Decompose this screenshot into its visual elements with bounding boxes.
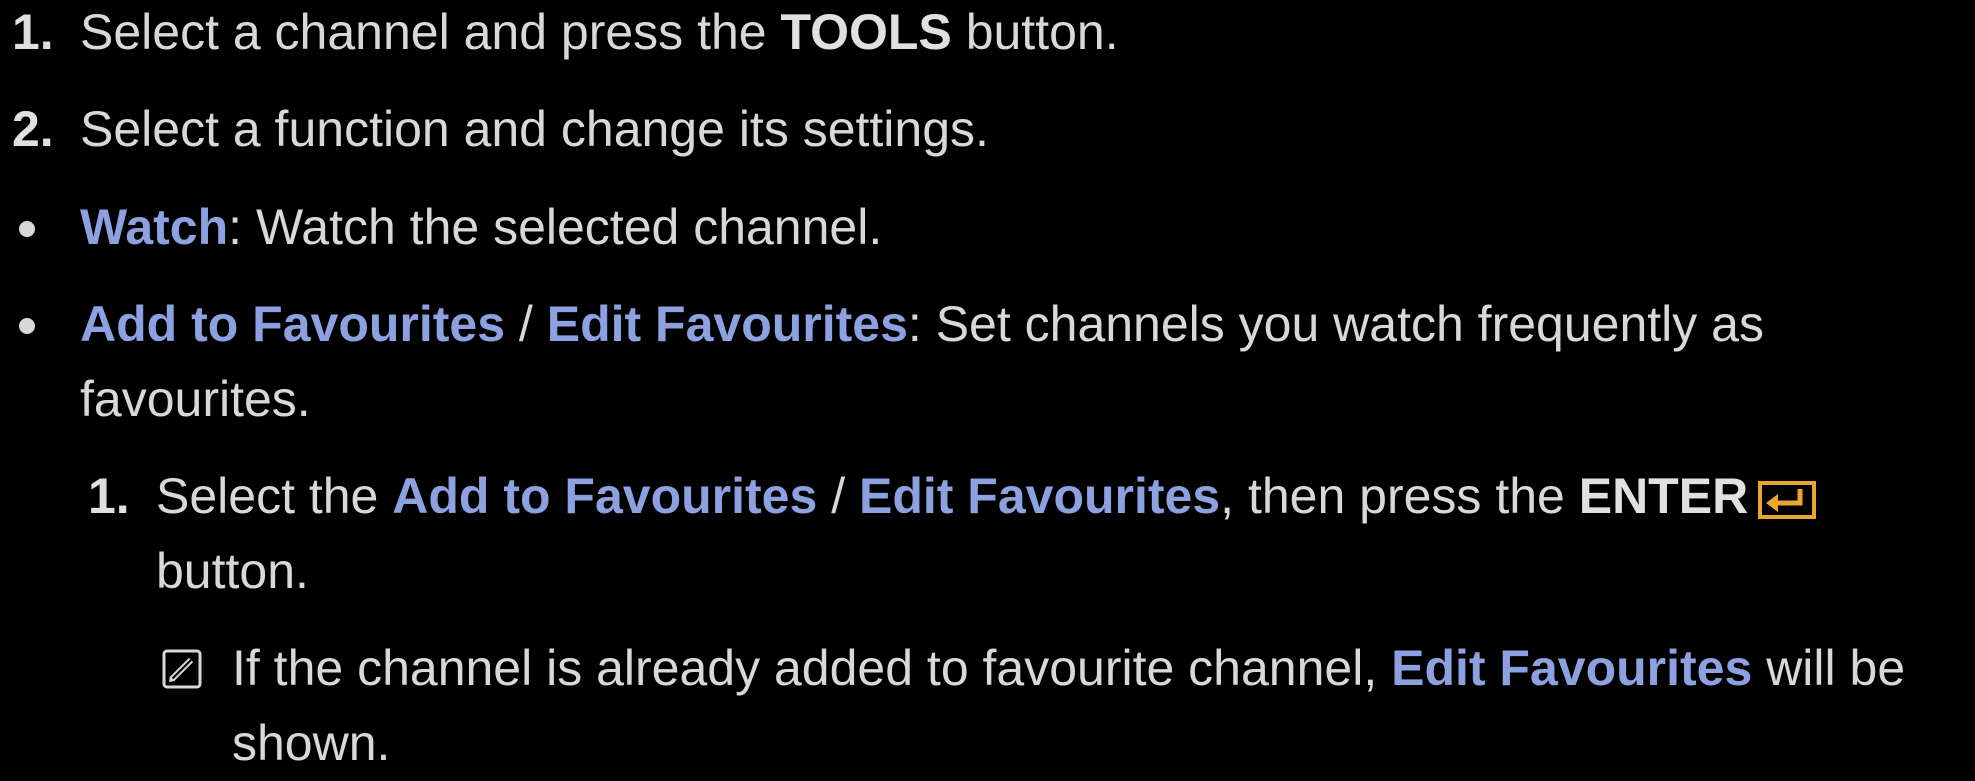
bullet-watch-dot bbox=[19, 221, 35, 237]
step-1-text-after: button. bbox=[951, 4, 1119, 60]
watch-label: Watch bbox=[80, 199, 229, 255]
bullet-watch-line: Watch: Watch the selected channel. bbox=[80, 190, 882, 265]
note-edit-favourites-label: Edit Favourites bbox=[1391, 640, 1753, 696]
note-text-after: will be bbox=[1752, 640, 1906, 696]
watch-text: : Watch the selected channel. bbox=[228, 199, 883, 255]
enter-key-icon bbox=[1758, 481, 1817, 519]
enter-key-label: ENTER bbox=[1578, 468, 1749, 524]
favourites-text-line-1: : Set channels you watch frequently as bbox=[907, 296, 1764, 352]
step-1-number: 1. bbox=[12, 4, 54, 60]
note-text-before: If the channel is already added to favou… bbox=[232, 640, 1392, 696]
favourites-text-line-2: favourites. bbox=[80, 371, 311, 427]
tools-key-label: TOOLS bbox=[780, 4, 952, 60]
add-to-favourites-label: Add to Favourites bbox=[80, 296, 506, 352]
favourites-separator: / bbox=[505, 296, 547, 352]
substep-1-text-mid: , then press the bbox=[1220, 468, 1579, 524]
note-line-2: shown. bbox=[232, 706, 390, 781]
note-line-1: If the channel is already added to favou… bbox=[232, 631, 1905, 706]
substep-1-line-2: button. bbox=[156, 534, 309, 609]
substep-add-to-favourites-label: Add to Favourites bbox=[392, 468, 818, 524]
bullet-favourites-line-1: Add to Favourites / Edit Favourites: Set… bbox=[80, 287, 1764, 362]
step-2-number: 2. bbox=[12, 101, 54, 157]
substep-1-number: 1. bbox=[88, 468, 130, 524]
note-pencil-icon bbox=[162, 649, 202, 689]
bullet-favourites-dot bbox=[19, 318, 35, 334]
bullet-favourites-line-2: favourites. bbox=[80, 362, 311, 437]
step-1-text-before: Select a channel and press the bbox=[80, 4, 781, 60]
substep-edit-favourites-label: Edit Favourites bbox=[858, 468, 1221, 524]
substep-separator: / bbox=[817, 468, 859, 524]
note-text-line-2: shown. bbox=[232, 715, 391, 771]
step-2-text: Select a function and change its setting… bbox=[80, 101, 989, 157]
substep-1-text-before: Select the bbox=[156, 468, 393, 524]
substep-1-text-line-2: button. bbox=[156, 543, 309, 599]
edit-favourites-label: Edit Favourites bbox=[546, 296, 908, 352]
